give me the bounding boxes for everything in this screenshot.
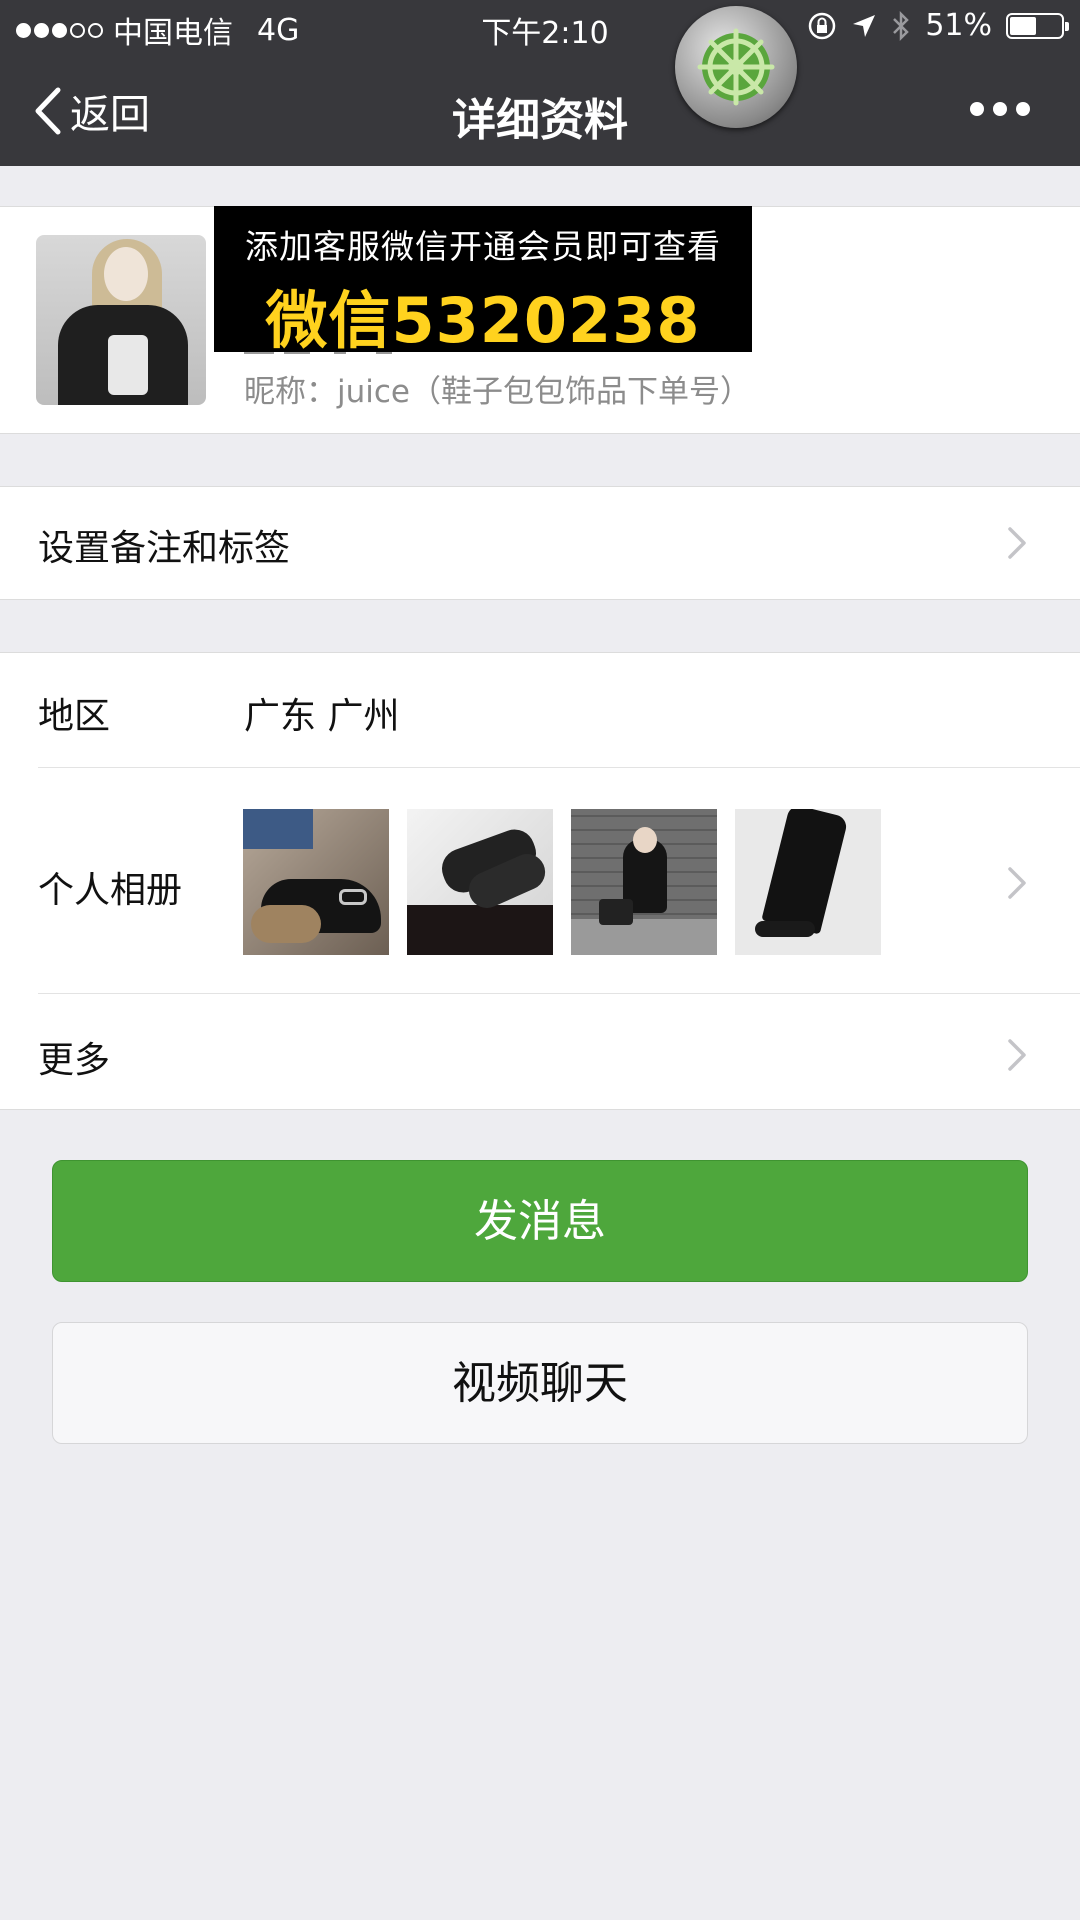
- battery-icon: [1006, 12, 1069, 39]
- avatar[interactable]: [36, 235, 206, 405]
- more-label: 更多: [38, 1040, 111, 1081]
- remark-group: 设置备注和标签: [0, 486, 1080, 600]
- chevron-right-icon: [1008, 527, 1026, 559]
- divider: [38, 993, 1080, 994]
- page-title: 详细资料: [452, 95, 628, 146]
- top-bar: 中国电信 4G 下午2:10 51% 返回 详细资料: [0, 0, 1080, 166]
- video-call-button[interactable]: 视频聊天: [52, 1322, 1028, 1444]
- region-label: 地区: [38, 696, 111, 737]
- battery-percent: 51%: [925, 8, 992, 43]
- album-label: 个人相册: [38, 870, 183, 911]
- send-message-button[interactable]: 发消息: [52, 1160, 1028, 1282]
- remark-cell[interactable]: 设置备注和标签: [0, 487, 1080, 599]
- nickname-label: 昵称：juice（鞋子包包饰品下单号）: [244, 374, 751, 410]
- bluetooth-icon: [893, 10, 910, 41]
- album-thumbnail[interactable]: [571, 809, 717, 955]
- album-thumbnail[interactable]: [735, 809, 881, 955]
- promo-overlay: 添加客服微信开通会员即可查看 微信5320238: [214, 206, 752, 357]
- ship-helm-icon[interactable]: [675, 6, 797, 128]
- promo-line-2: 微信5320238: [265, 284, 701, 357]
- album-cell[interactable]: 个人相册: [0, 767, 1080, 997]
- more-cell[interactable]: 更多: [0, 997, 1080, 1109]
- location-arrow-icon: [853, 14, 876, 37]
- more-dots-icon[interactable]: [970, 102, 1030, 116]
- album-thumbnail[interactable]: [407, 809, 553, 955]
- nav-bar: 返回 详细资料: [0, 56, 1080, 166]
- status-bar: 中国电信 4G 下午2:10 51%: [0, 0, 1080, 56]
- chevron-right-icon: [1008, 867, 1026, 899]
- region-value: 广东 广州: [244, 696, 400, 737]
- remark-label: 设置备注和标签: [38, 528, 291, 569]
- album-thumbnail[interactable]: [243, 809, 389, 955]
- status-right: 51%: [807, 8, 1069, 43]
- region-cell: 地区 广东 广州: [0, 653, 1080, 767]
- promo-line-1: 添加客服微信开通会员即可查看: [245, 227, 721, 266]
- orientation-lock-icon: [809, 12, 836, 39]
- chevron-right-icon: [1008, 1039, 1026, 1071]
- info-group: 地区 广东 广州 个人相册 更多: [0, 652, 1080, 1110]
